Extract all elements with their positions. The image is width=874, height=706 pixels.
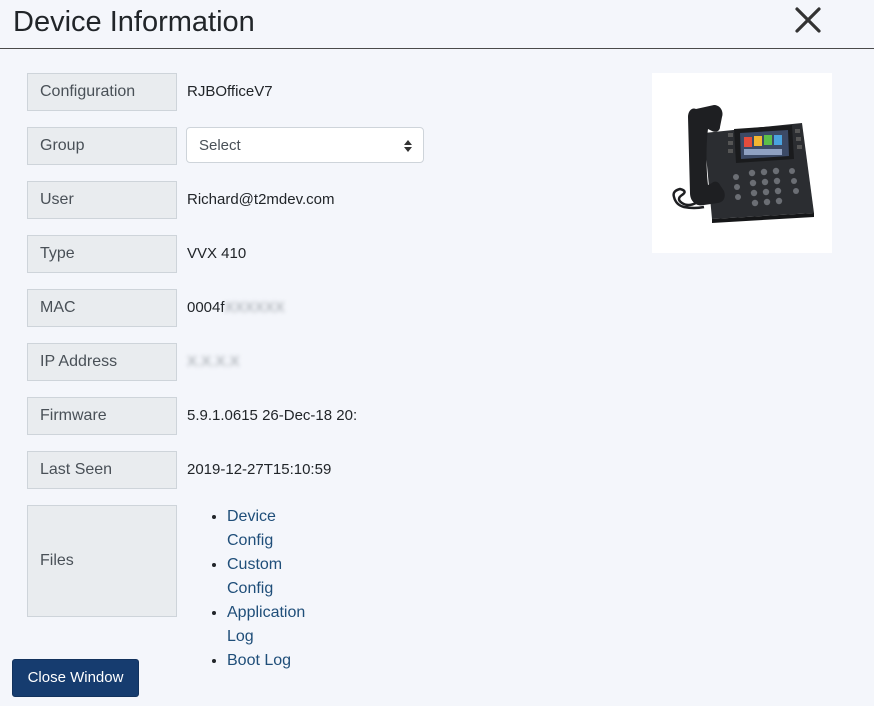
mac-label: MAC — [27, 289, 177, 327]
user-label: User — [27, 181, 177, 219]
close-icon[interactable] — [792, 4, 824, 36]
ip-value-redacted: X.X.X.X — [187, 353, 240, 370]
group-select[interactable]: Select — [186, 127, 424, 163]
user-value: Richard@t2mdev.com — [187, 191, 335, 208]
last-seen-value: 2019-12-27T15:10:59 — [187, 461, 332, 478]
desk-phone-icon — [672, 105, 814, 223]
boot-log-link[interactable]: Boot Log — [227, 652, 291, 669]
mac-value-visible: 0004f — [187, 299, 225, 316]
ip-value: X.X.X.X — [187, 343, 240, 381]
device-image — [652, 73, 832, 253]
list-item: Application Log — [227, 601, 305, 649]
mac-value: 0004fXXXXXX — [187, 289, 285, 327]
list-item: Custom Config — [227, 553, 305, 601]
type-label: Type — [27, 235, 177, 273]
mac-value-redacted: XXXXXX — [224, 299, 285, 316]
modal-title: Device Information — [13, 6, 255, 38]
ip-label: IP Address — [27, 343, 177, 381]
group-label: Group — [27, 127, 177, 165]
firmware-value: 5.9.1.0615 26-Dec-18 20: — [187, 407, 358, 424]
list-item: Device Config — [227, 505, 305, 553]
custom-config-link[interactable]: Custom Config — [227, 556, 282, 597]
files-list: Device Config Custom Config Application … — [187, 505, 305, 673]
type-value: VVX 410 — [187, 245, 247, 262]
configuration-label: Configuration — [27, 73, 177, 111]
firmware-label: Firmware — [27, 397, 177, 435]
last-seen-label: Last Seen — [27, 451, 177, 489]
close-window-button[interactable]: Close Window — [12, 659, 139, 697]
files-label: Files — [27, 505, 177, 617]
list-item: Boot Log — [227, 649, 305, 673]
group-select-value: Select — [199, 137, 241, 154]
device-info-modal: Device Information Configuration RJBOffi… — [0, 0, 874, 706]
device-config-link[interactable]: Device Config — [227, 508, 276, 549]
select-caret-icon — [404, 140, 412, 152]
application-log-link[interactable]: Application Log — [227, 604, 305, 645]
configuration-value: RJBOfficeV7 — [187, 83, 273, 100]
modal-header: Device Information — [0, 0, 874, 49]
